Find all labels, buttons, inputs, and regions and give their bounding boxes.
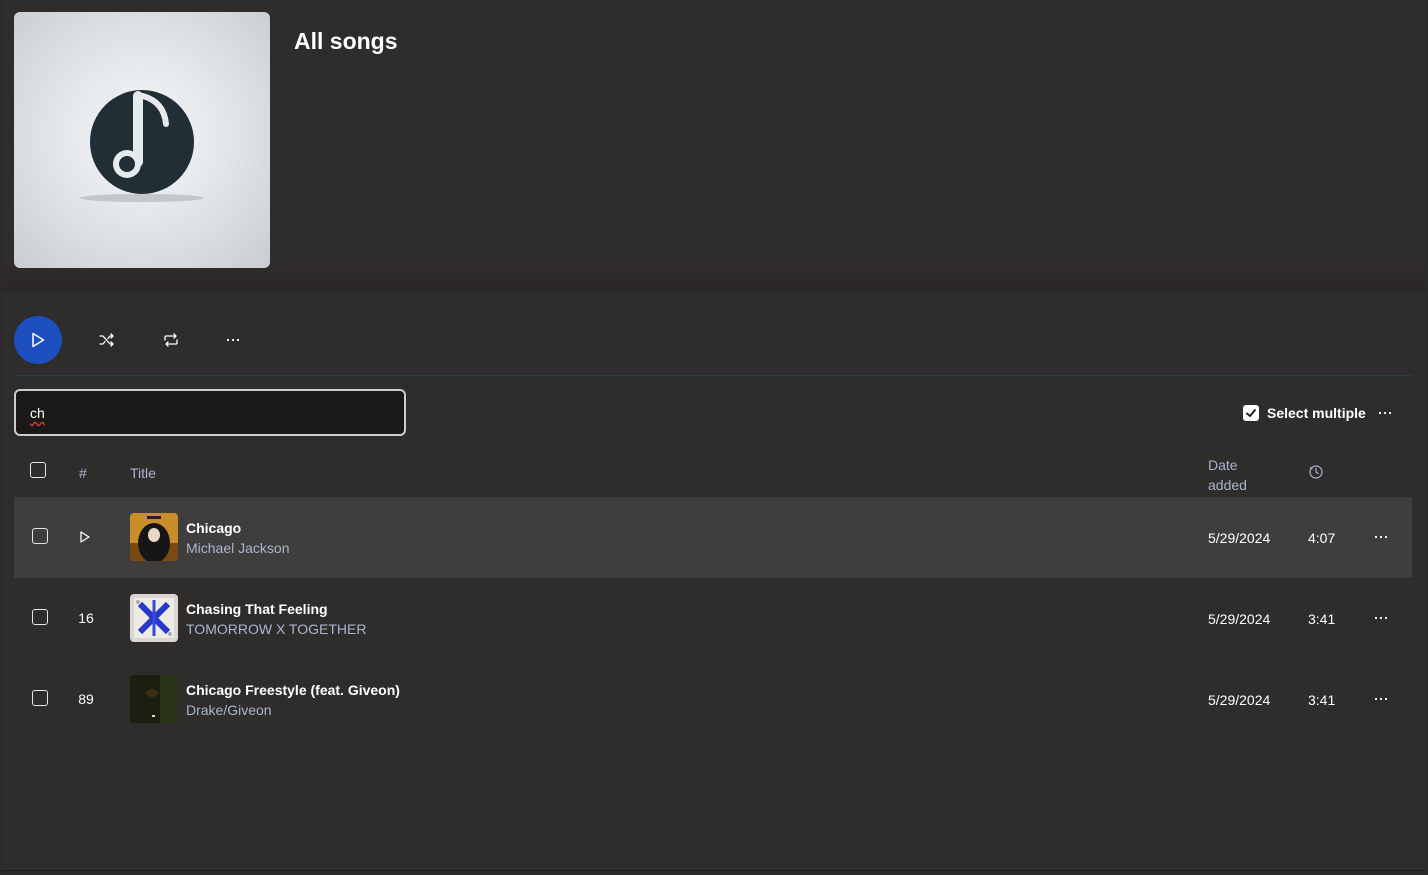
- play-icon: [80, 531, 90, 543]
- row-more-options-button[interactable]: [1370, 690, 1392, 708]
- song-title: Chicago: [186, 520, 242, 536]
- song-date-added: 5/29/2024: [1208, 692, 1271, 708]
- select-all-checkbox[interactable]: [30, 462, 46, 478]
- list-more-options-button[interactable]: [1374, 404, 1396, 422]
- music-note-logo-icon: [80, 90, 204, 202]
- more-horizontal-icon: [1374, 535, 1388, 539]
- search-value: ch: [30, 405, 45, 421]
- more-horizontal-icon: [1374, 697, 1388, 701]
- song-artist-link[interactable]: TOMORROW X TOGETHER: [186, 621, 366, 637]
- track-number: 89: [78, 691, 94, 707]
- album-art-image: [130, 675, 178, 723]
- album-cover: [14, 12, 270, 268]
- shuffle-button[interactable]: [94, 328, 120, 352]
- row-more-options-button[interactable]: [1370, 528, 1392, 546]
- clock-icon: [1309, 465, 1323, 479]
- row-play-button[interactable]: [78, 529, 92, 545]
- column-header-title[interactable]: Title: [130, 465, 156, 481]
- song-duration: 3:41: [1308, 611, 1336, 627]
- album-thumbnail: [130, 594, 178, 642]
- more-horizontal-icon: [1374, 616, 1388, 620]
- repeat-icon: [164, 333, 178, 347]
- playback-toolbar: [14, 316, 314, 364]
- checkmark-icon: [1246, 409, 1256, 417]
- song-artist-link[interactable]: Drake/Giveon: [186, 702, 272, 718]
- row-checkbox[interactable]: [32, 609, 48, 625]
- header-band: All songs: [2, 0, 1426, 292]
- repeat-button[interactable]: [158, 328, 184, 352]
- page-title: All songs: [294, 28, 398, 54]
- album-thumbnail: [130, 513, 178, 561]
- column-header-duration[interactable]: [1308, 464, 1324, 483]
- select-multiple-checkbox[interactable]: [1243, 405, 1259, 421]
- track-number: 16: [78, 610, 94, 626]
- column-header-date-added[interactable]: Date added: [1208, 455, 1247, 495]
- column-header-number[interactable]: #: [79, 465, 87, 481]
- select-multiple-label: Select multiple: [1267, 405, 1366, 421]
- album-art-image: [130, 513, 178, 561]
- more-horizontal-icon: [226, 338, 240, 342]
- song-artist-link[interactable]: Michael Jackson: [186, 540, 290, 556]
- row-checkbox[interactable]: [32, 690, 48, 706]
- column-header-date-line1: Date: [1208, 457, 1238, 473]
- more-horizontal-icon: [1378, 411, 1392, 415]
- toolbar-divider: [14, 375, 1412, 376]
- song-title: Chasing That Feeling: [186, 601, 328, 617]
- shuffle-icon: [99, 333, 114, 347]
- play-all-button[interactable]: [14, 316, 62, 364]
- song-row[interactable]: Chicago Michael Jackson 5/29/2024 4:07: [14, 497, 1412, 578]
- song-duration: 4:07: [1308, 530, 1336, 546]
- column-header-date-line2: added: [1208, 477, 1247, 493]
- music-app-window: All songs ch Select multiple # Title Dat…: [2, 0, 1426, 871]
- song-row[interactable]: 89 Chicago Freestyle (feat. Giveon) Drak…: [14, 659, 1412, 740]
- row-more-options-button[interactable]: [1370, 609, 1392, 627]
- search-input[interactable]: ch: [14, 389, 406, 436]
- song-date-added: 5/29/2024: [1208, 611, 1271, 627]
- play-icon: [32, 332, 45, 348]
- select-multiple-toggle[interactable]: Select multiple: [1243, 404, 1366, 422]
- song-title: Chicago Freestyle (feat. Giveon): [186, 682, 400, 698]
- more-options-button[interactable]: [220, 328, 246, 352]
- song-row[interactable]: 16 Chasing That Feeling TOMORROW X TOGET…: [14, 578, 1412, 659]
- album-art-image: [130, 594, 178, 642]
- album-thumbnail: [130, 675, 178, 723]
- song-date-added: 5/29/2024: [1208, 530, 1271, 546]
- song-duration: 3:41: [1308, 692, 1336, 708]
- row-checkbox[interactable]: [32, 528, 48, 544]
